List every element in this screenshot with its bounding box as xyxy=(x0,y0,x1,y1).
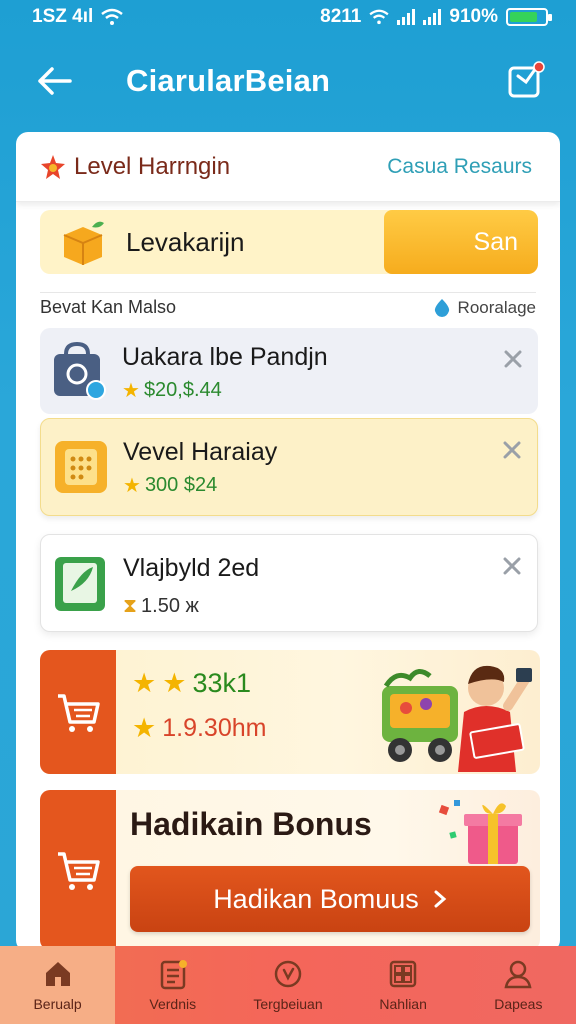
status-left: 1SZ 4ıl xyxy=(32,6,124,28)
battery-level xyxy=(510,12,538,22)
signal-icon-2 xyxy=(423,9,442,25)
item-price-value: 300 $24 xyxy=(144,474,218,496)
item-text: Vevel Haraiay ★ 300 $24 xyxy=(123,437,277,498)
signal-icon xyxy=(397,9,416,25)
start-button[interactable]: San xyxy=(384,210,538,274)
nav-item-home[interactable]: Berualp xyxy=(0,946,116,1024)
nav-label: Berualp xyxy=(33,996,82,1012)
wifi-icon xyxy=(369,9,389,25)
nav-item-list[interactable]: Verdnis xyxy=(115,946,230,1024)
list-item[interactable]: Vlajbyld 2ed ⧗ 1.50 ж xyxy=(40,534,538,632)
level-title: Level Harrngin xyxy=(74,152,231,180)
nav-label: Nahlian xyxy=(379,996,427,1012)
back-button[interactable] xyxy=(32,59,76,103)
list-item[interactable]: Uakara lbe Pandjn ★ $20,$.44 xyxy=(40,328,538,414)
item-text: Vlajbyld 2ed ⧗ 1.50 ж xyxy=(123,553,259,618)
bottom-nav: Berualp Verdnis Tergbeiuan Nahlian Dapea… xyxy=(0,946,576,1024)
banner-side xyxy=(40,790,116,950)
item-name: Vlajbyld 2ed xyxy=(123,554,260,582)
star-icon: ★ xyxy=(123,475,141,497)
close-icon[interactable] xyxy=(501,555,523,577)
gift-icon xyxy=(438,800,522,864)
banner-lines: ★ ★ 33k1 ★ 1.9.30hm xyxy=(132,668,266,758)
grid-icon xyxy=(389,960,417,988)
item-price-value: $20,$.44 xyxy=(143,379,222,401)
level-row-name: Levakarijn xyxy=(126,226,245,257)
nav-item-grid[interactable]: Nahlian xyxy=(346,946,461,1024)
user-icon xyxy=(504,960,532,989)
section-link-label: Rooralage xyxy=(457,297,536,317)
bonus-button-label: Hadikan Bomuus xyxy=(213,883,419,914)
category-link[interactable]: Casua Resaurs xyxy=(387,155,532,179)
item-price-value: 1.50 ж xyxy=(141,595,199,617)
close-icon[interactable] xyxy=(502,348,524,370)
item-text: Uakara lbe Pandjn ★ $20,$.44 xyxy=(122,342,328,403)
star-icon: ★ xyxy=(132,668,157,698)
bonus-button[interactable]: Hadikan Bomuus xyxy=(130,866,530,932)
main-card: Level Harrngin Casua Resaurs Levakarijn … xyxy=(16,132,560,952)
item-name: Uakara lbe Pandjn xyxy=(122,343,328,371)
star-badge-icon xyxy=(41,154,65,179)
section-link[interactable]: Rooralage xyxy=(432,297,536,319)
nav-label: Dapeas xyxy=(494,996,543,1012)
list-icon xyxy=(160,960,187,990)
star-icon: ★ xyxy=(122,380,140,402)
list-item[interactable]: Vevel Haraiay ★ 300 $24 xyxy=(40,418,538,516)
status-bar: 1SZ 4ıl 8211 910% xyxy=(0,0,576,34)
card-header: Level Harrngin Casua Resaurs xyxy=(16,132,560,202)
section-label: Bevat Kan Malso xyxy=(40,297,177,317)
cart-icon xyxy=(58,694,100,732)
battery-icon xyxy=(506,8,552,26)
clock-icon xyxy=(274,960,302,988)
promo-banner[interactable]: ★ ★ 33k1 ★ 1.9.30hm xyxy=(40,650,540,774)
delivery-truck-illustration xyxy=(382,665,532,772)
bonus-title: Hadikain Bonus xyxy=(130,806,372,842)
calculator-icon xyxy=(55,441,107,493)
level-row[interactable]: Levakarijn San xyxy=(40,210,538,274)
item-price: ★ 300 $24 xyxy=(123,473,277,498)
section-row: Bevat Kan Malso Rooralage xyxy=(40,292,536,318)
promo-value-2: 1.9.30hm xyxy=(162,714,267,742)
cart-icon xyxy=(58,852,100,890)
promo-line-1: ★ ★ 33k1 xyxy=(132,668,266,699)
nav-label: Verdnis xyxy=(149,996,197,1012)
promo-value-1: 33k1 xyxy=(192,668,251,698)
box-icon xyxy=(63,221,104,265)
bag-icon xyxy=(54,342,106,400)
status-network: 8211 xyxy=(320,6,362,27)
nav-item-clock[interactable]: Tergbeiuan xyxy=(230,946,345,1024)
notification-button[interactable] xyxy=(506,58,546,102)
bonus-banner: Hadikain Bonus Hadikan Bomuus xyxy=(40,790,540,950)
note-icon xyxy=(55,557,105,611)
nav-label: Tergbeiuan xyxy=(253,996,323,1012)
status-time: 1SZ 4ıl xyxy=(32,6,94,27)
chevron-right-icon xyxy=(434,890,447,908)
star-icon: ★ xyxy=(132,713,157,743)
item-price: ★ $20,$.44 xyxy=(122,378,328,403)
card-header-left: Level Harrngin xyxy=(40,153,230,181)
nav-item-profile[interactable]: Dapeas xyxy=(461,946,576,1024)
star-icon: ★ xyxy=(162,668,187,698)
drop-icon xyxy=(434,298,449,317)
item-price: ⧗ 1.50 ж xyxy=(123,595,259,618)
app-header: CiarularBeian xyxy=(0,50,576,112)
page-title: CiarularBeian xyxy=(126,63,331,98)
wifi-icon xyxy=(101,8,124,25)
item-name: Vevel Haraiay xyxy=(123,438,278,466)
home-icon xyxy=(45,962,70,986)
banner-side xyxy=(40,650,116,774)
arrow-left-icon xyxy=(38,67,72,95)
status-right: 8211 910% xyxy=(320,6,552,28)
battery-percent: 910% xyxy=(449,6,498,27)
close-icon[interactable] xyxy=(501,439,523,461)
hourglass-icon: ⧗ xyxy=(123,595,138,617)
promo-line-2: ★ 1.9.30hm xyxy=(132,713,266,744)
edit-note-icon xyxy=(508,61,545,98)
